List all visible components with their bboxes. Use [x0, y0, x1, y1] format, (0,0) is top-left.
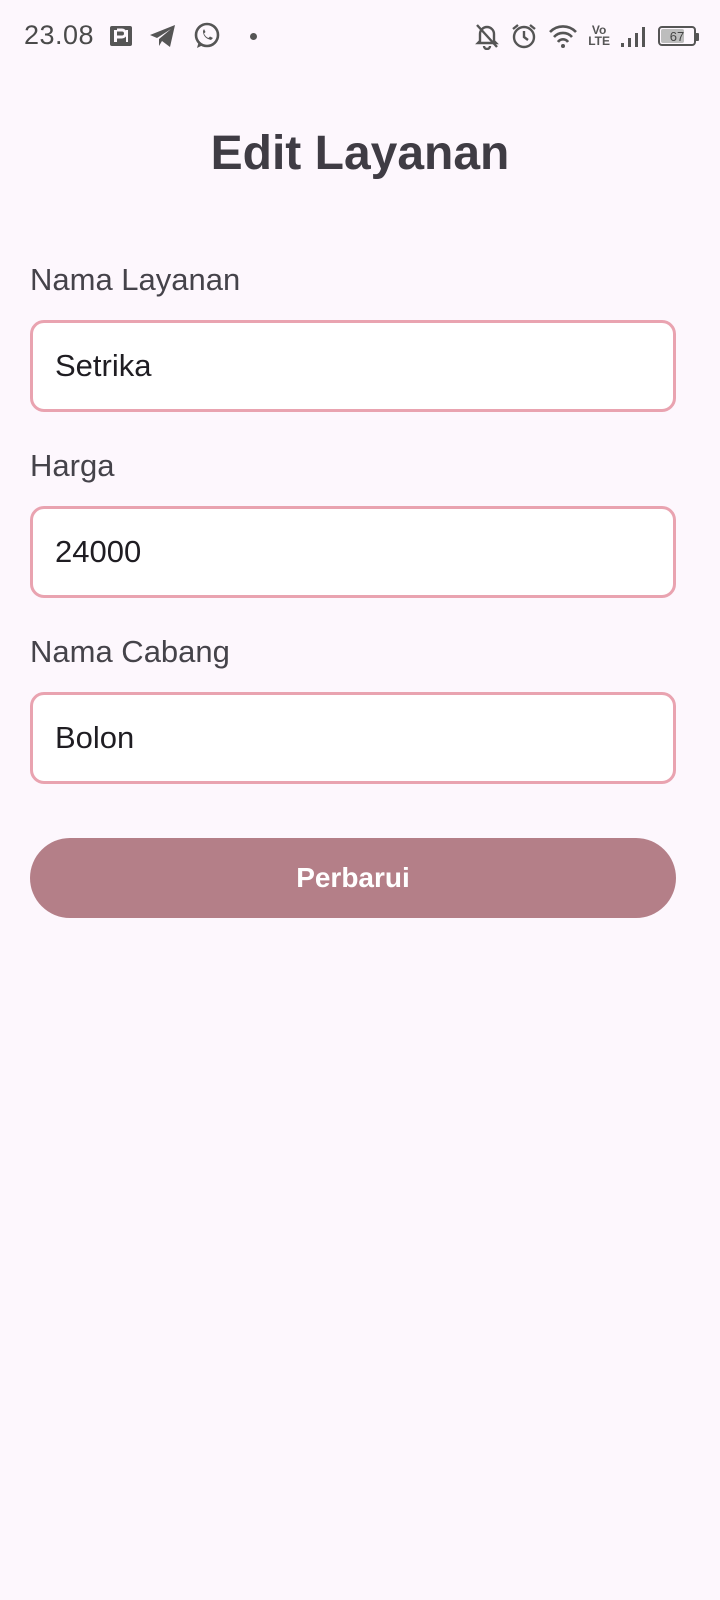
- battery-level: 67: [669, 28, 685, 44]
- alarm-icon: [510, 22, 538, 50]
- status-right-icons: Vo LTE 67: [474, 20, 699, 52]
- update-button[interactable]: Perbarui: [30, 838, 676, 918]
- page-title: Edit Layanan: [210, 127, 510, 180]
- service-name-input[interactable]: [55, 348, 673, 384]
- price-label: Harga: [30, 448, 115, 483]
- status-bar: 23.08 Vo LTE 67: [0, 0, 720, 72]
- volte-bottom-label: LTE: [588, 34, 610, 48]
- edit-service-screen: 23.08 Vo LTE 67 Edit Layanan Nama Layana…: [0, 0, 720, 1600]
- battery-icon: 67: [658, 26, 699, 46]
- service-name-field[interactable]: [30, 320, 676, 412]
- price-input[interactable]: [55, 534, 673, 570]
- status-left-icons: [108, 20, 257, 52]
- status-time: 23.08: [24, 20, 95, 50]
- telegram-icon: [148, 22, 178, 50]
- signal-icon: [620, 24, 648, 48]
- notification-dot: [250, 32, 257, 40]
- branch-name-label: Nama Cabang: [30, 634, 230, 669]
- price-field[interactable]: [30, 506, 676, 598]
- bell-off-icon: [474, 22, 500, 50]
- service-name-label: Nama Layanan: [30, 262, 241, 297]
- volte-icon: Vo LTE: [588, 24, 610, 48]
- parking-app-icon: [108, 23, 134, 49]
- branch-name-input[interactable]: [55, 720, 673, 756]
- branch-name-field[interactable]: [30, 692, 676, 784]
- wifi-icon: [548, 23, 578, 49]
- whatsapp-icon: [192, 21, 222, 51]
